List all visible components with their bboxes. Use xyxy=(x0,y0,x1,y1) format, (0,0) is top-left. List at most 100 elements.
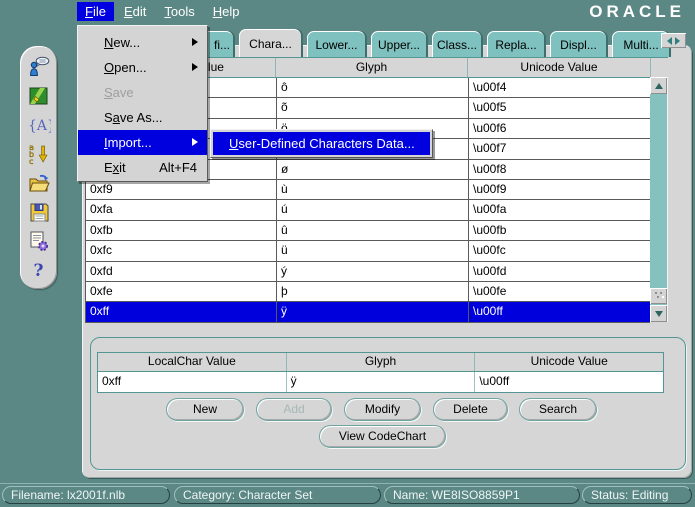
cell-unicode[interactable]: \u00f4 xyxy=(468,78,651,98)
detail-header-glyph: Glyph xyxy=(285,353,475,371)
cell-glyph[interactable]: û xyxy=(276,220,468,241)
cell-unicode[interactable]: \u00ff xyxy=(468,302,651,322)
cell-local[interactable]: 0xff xyxy=(86,302,276,321)
cell-local[interactable]: 0xfd xyxy=(86,262,276,281)
cell-glyph[interactable]: ý xyxy=(276,261,468,281)
tab-scroll-left-icon[interactable] xyxy=(667,36,672,45)
abc-sort-icon: a b c xyxy=(28,143,48,166)
table-row[interactable]: 0xff ÿ \u00ff xyxy=(86,302,651,323)
detail-unicode-value[interactable]: \u00ff xyxy=(474,372,663,392)
view-codechart-button[interactable]: View CodeChart xyxy=(319,425,446,448)
tab-scroll-arrows[interactable] xyxy=(661,33,686,48)
cell-local[interactable]: 0xfb xyxy=(86,221,276,240)
delete-button[interactable]: Delete xyxy=(433,398,508,421)
menu-item-open[interactable]: Open... xyxy=(78,55,207,80)
cell-unicode[interactable]: \u00f8 xyxy=(468,159,651,179)
menu-item-save-as[interactable]: Save As... xyxy=(78,105,207,130)
menu-item-tools[interactable]: Tools xyxy=(156,2,202,21)
modify-button[interactable]: Modify xyxy=(344,398,421,421)
open-button[interactable] xyxy=(26,171,51,195)
cell-glyph[interactable]: ü xyxy=(276,241,468,261)
scroll-track[interactable] xyxy=(650,94,667,305)
tab-upper[interactable]: Upper... xyxy=(371,31,426,57)
cell-unicode[interactable]: \u00f5 xyxy=(468,98,651,118)
menu-item-new[interactable]: New... xyxy=(78,30,207,55)
import-submenu: User-Defined Characters Data... xyxy=(210,129,433,158)
scroll-up-button[interactable] xyxy=(650,77,667,94)
cell-glyph[interactable]: ô xyxy=(276,78,468,98)
language-button[interactable] xyxy=(26,55,51,79)
table-row[interactable]: 0xfe þ \u00fe xyxy=(86,281,651,303)
menu-item-help[interactable]: Help xyxy=(205,2,248,21)
cell-glyph[interactable]: ù xyxy=(276,179,468,200)
scroll-thumb[interactable] xyxy=(650,288,667,304)
status-category: Category: Character Set xyxy=(174,486,381,504)
cell-local[interactable]: 0xfe xyxy=(86,282,276,301)
menu-item-exit[interactable]: Exit Alt+F4 xyxy=(78,155,207,180)
menu-item-save[interactable]: Save xyxy=(78,80,207,105)
cell-local[interactable]: 0xfc xyxy=(86,241,276,260)
tab-repla[interactable]: Repla... xyxy=(487,31,544,57)
tab-lower[interactable]: Lower... xyxy=(307,31,365,57)
header-glyph: Glyph xyxy=(275,58,467,77)
menu-item-import[interactable]: Import... xyxy=(78,130,207,155)
cell-unicode[interactable]: \u00fe xyxy=(468,281,651,302)
menu-item-file[interactable]: File xyxy=(77,2,114,21)
table-row[interactable]: 0xf9 ù \u00f9 xyxy=(86,179,651,201)
cell-unicode[interactable]: \u00f6 xyxy=(468,118,651,139)
menu-shortcut: Alt+F4 xyxy=(159,160,197,175)
scroll-down-icon xyxy=(654,310,663,317)
save-button-toolbar[interactable] xyxy=(26,200,51,224)
oracle-logo: ORACLE xyxy=(589,2,685,21)
cell-local[interactable]: 0xfa xyxy=(86,200,276,219)
left-toolbar: {A} a b c xyxy=(20,46,57,289)
header-unicode: Unicode Value xyxy=(467,58,650,77)
help-button[interactable]: ? xyxy=(26,258,51,282)
cell-glyph[interactable]: þ xyxy=(276,281,468,302)
territory-icon xyxy=(29,87,47,105)
menu-item-edit[interactable]: Edit xyxy=(116,2,154,21)
svg-text:?: ? xyxy=(33,261,43,281)
cell-local[interactable]: 0xf9 xyxy=(86,180,276,199)
table-row[interactable]: 0xfb û \u00fb xyxy=(86,220,651,242)
tab-class[interactable]: Class... xyxy=(432,31,481,57)
generate-nlb-button[interactable] xyxy=(26,229,51,253)
new-button[interactable]: New xyxy=(166,398,244,421)
detail-glyph-value[interactable]: ÿ xyxy=(285,372,475,392)
detail-row[interactable]: 0xff ÿ \u00ff xyxy=(98,372,663,392)
menu-item-user-defined-characters-data[interactable]: User-Defined Characters Data... xyxy=(213,132,430,155)
status-filename: Filename: lx2001f.nlb xyxy=(2,486,170,504)
scroll-up-icon xyxy=(654,82,663,89)
cell-unicode[interactable]: \u00f9 xyxy=(468,179,651,200)
submenu-arrow-icon xyxy=(192,38,198,46)
status-name: Name: WE8ISO8859P1 xyxy=(384,486,580,504)
table-row[interactable]: 0xfc ü \u00fc xyxy=(86,241,651,262)
open-folder-icon xyxy=(28,174,50,192)
table-row[interactable]: 0xfd ý \u00fd xyxy=(86,261,651,282)
tab-scroll-right-icon[interactable] xyxy=(675,36,680,45)
detail-localchar-value[interactable]: 0xff xyxy=(98,372,286,392)
territory-button[interactable] xyxy=(26,84,51,108)
tab-strip: fi... Chara... Lower... Upper... Class... Rep… xyxy=(196,29,669,57)
linguistic-sort-button[interactable]: a b c xyxy=(26,142,51,166)
cell-unicode[interactable]: \u00fd xyxy=(468,261,651,281)
tab-displ[interactable]: Displ... xyxy=(550,31,606,57)
cell-glyph[interactable]: õ xyxy=(276,98,468,118)
cell-unicode[interactable]: \u00fc xyxy=(468,241,651,261)
table-row[interactable]: 0xfa ú \u00fa xyxy=(86,200,651,221)
detail-panel: LocalChar Value Glyph Unicode Value 0xff… xyxy=(90,337,686,470)
cell-glyph[interactable]: ø xyxy=(276,159,468,179)
svg-text:{A}: {A} xyxy=(28,118,51,134)
character-set-button[interactable]: {A} xyxy=(26,113,51,137)
cell-glyph[interactable]: ú xyxy=(276,200,468,220)
cell-unicode[interactable]: \u00f7 xyxy=(468,139,651,159)
scroll-down-button[interactable] xyxy=(650,305,667,322)
add-button[interactable]: Add xyxy=(256,398,332,421)
tab-chara[interactable]: Chara... xyxy=(239,29,301,57)
vertical-scrollbar[interactable] xyxy=(650,77,668,322)
cell-glyph[interactable]: ÿ xyxy=(276,302,468,322)
search-button[interactable]: Search xyxy=(519,398,597,421)
cell-unicode[interactable]: \u00fb xyxy=(468,220,651,241)
cell-unicode[interactable]: \u00fa xyxy=(468,200,651,220)
detail-table: LocalChar Value Glyph Unicode Value 0xff… xyxy=(97,352,664,393)
